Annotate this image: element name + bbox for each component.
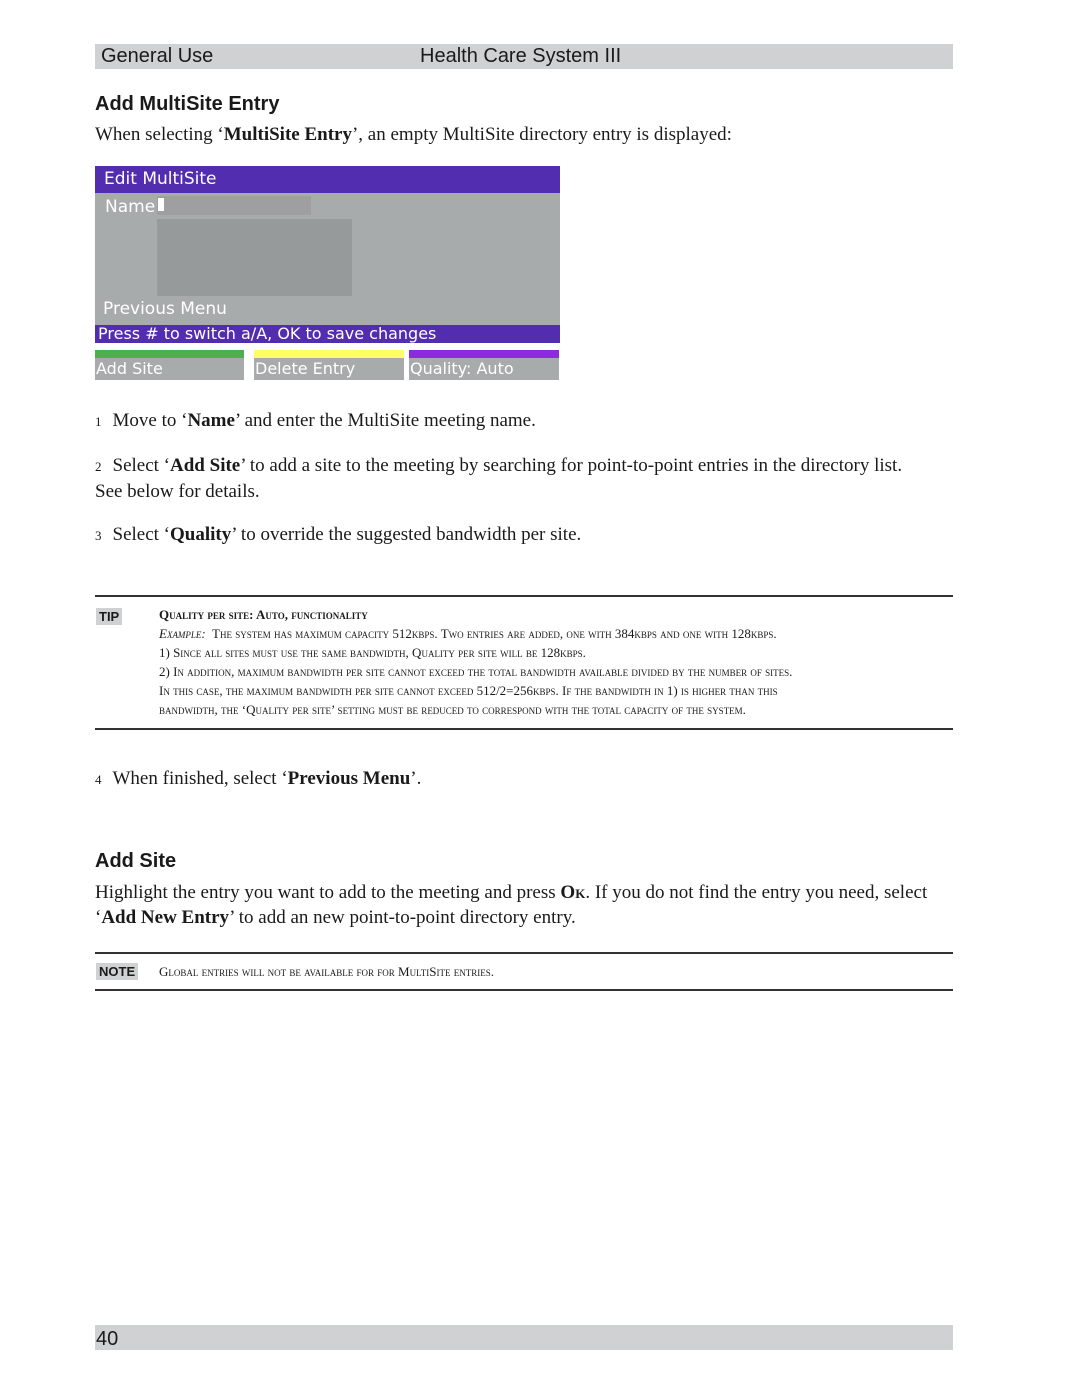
tip-line: Example: The system has maximum capacity… [159,624,959,643]
page-number: 40 [96,1328,119,1350]
tip-example-label: Example: [159,626,206,641]
green-key-indicator [95,350,244,358]
intro-bold: MultiSite Entry [223,124,352,145]
step-text: Select ‘ [112,524,171,545]
tip-line: 1) Since all sites must use the same ban… [159,645,586,660]
yellow-key-indicator [254,350,404,358]
step-text: Move to ‘ [112,410,188,431]
add-site-label: Add Site [96,359,163,378]
note-badge: NOTE [96,963,139,980]
add-new-entry-bold: Add New Entry [101,907,230,928]
tip-badge: TIP [96,608,123,625]
step-text: Select ‘ [112,455,171,476]
blue-key-indicator [409,350,559,358]
osd-status-bar: Press # to switch a/A, OK to save change… [95,325,560,343]
osd-body: Name Previous Menu [95,193,560,343]
name-label: Name [105,197,156,217]
name-input[interactable] [157,196,311,215]
previous-menu-item[interactable]: Previous Menu [103,299,227,319]
step-text-end: ’. [410,768,422,789]
para-text-end: . If you do not find the entry you need,… [585,882,928,903]
osd-status-text: Press # to switch a/A, OK to save change… [98,324,437,343]
quality-button[interactable]: Quality: Auto [409,350,559,380]
step-bold: Add Site [170,455,241,476]
intro-paragraph: When selecting ‘MultiSite Entry’, an emp… [95,122,732,147]
tip-content: Quality per site: Auto, functionality Ex… [159,605,959,719]
step-text-end: ’ to override the suggested bandwidth pe… [231,524,582,545]
add-site-paragraph: Highlight the entry you want to add to t… [95,880,965,930]
tip-line: bandwidth, the ‘Quality per site’ settin… [159,702,746,717]
tip-line-text: The system has maximum capacity 512kbps.… [212,626,777,641]
tip-line: In this case, the maximum bandwidth per … [159,683,778,698]
quality-label: Quality: Auto [410,359,514,378]
ok-key: Ok [560,882,586,903]
header-section: General Use [101,45,214,67]
step-text-end: ’ to add a site to the meeting by search… [240,455,903,476]
edit-multisite-screen: Edit MultiSite Name Previous Menu Press … [95,166,560,380]
tip-line: 2) In addition, maximum bandwidth per si… [159,664,793,679]
header-product: Health Care System III [420,45,622,67]
note-bottom-rule [95,989,953,991]
delete-entry-label: Delete Entry [255,359,356,378]
step-continuation: See below for details. [95,481,260,502]
step-text-end: ’ and enter the MultiSite meeting name. [234,410,536,431]
step-number: 1 [95,414,102,429]
intro-text-end: ’, an empty MultiSite directory entry is… [351,124,732,145]
section-title-add-site: Add Site [95,850,177,872]
note-top-rule [95,952,953,954]
step-bold: Previous Menu [287,768,411,789]
step-number: 2 [95,459,102,474]
step-bold: Name [187,410,235,431]
sites-list[interactable] [157,219,352,296]
step-text: When finished, select ‘ [112,768,288,789]
osd-title: Edit MultiSite [104,169,217,189]
para-text: Highlight the entry you want to add to t… [95,882,561,903]
delete-entry-button[interactable]: Delete Entry [254,350,404,380]
add-site-button[interactable]: Add Site [95,350,244,380]
tip-top-rule [95,595,953,597]
page-header: General Use Health Care System III [95,44,953,69]
tip-bottom-rule [95,728,953,730]
step-number: 4 [95,772,102,787]
step-1: 1 Move to ‘Name’ and enter the MultiSite … [95,408,536,434]
osd-title-bar: Edit MultiSite [95,166,560,193]
step-2: 2 Select ‘Add Site’ to add a site to the … [95,453,955,504]
step-4: 4 When finished, select ‘Previous Menu’. [95,766,421,792]
step-bold: Quality [170,524,232,545]
step-number: 3 [95,528,102,543]
step-3: 3 Select ‘Quality’ to override the sugges… [95,522,581,548]
para-text-end: ’ to add an new point-to-point directory… [229,907,576,928]
page-footer: 40 [95,1325,953,1350]
text-cursor [158,198,164,211]
section-title-add-multisite-entry: Add MultiSite Entry [95,93,280,115]
note-text: Global entries will not be available for… [159,964,494,979]
intro-text: When selecting ‘ [95,124,224,145]
tip-title: Quality per site: Auto, functionality [159,607,368,622]
